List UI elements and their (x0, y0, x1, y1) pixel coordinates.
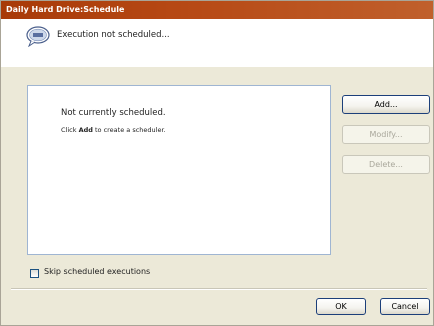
modify-button[interactable]: Modify... (342, 125, 430, 144)
skip-executions-checkbox[interactable] (30, 269, 39, 278)
schedule-list-panel[interactable]: Not currently scheduled. Click Add to cr… (27, 85, 331, 255)
hint-prefix: Click (61, 126, 79, 134)
header-area: Execution not scheduled... (1, 19, 433, 67)
delete-button[interactable]: Delete... (342, 155, 430, 174)
hint-suffix: to create a scheduler. (92, 126, 166, 134)
status-text: Execution not scheduled... (57, 30, 170, 40)
add-button[interactable]: Add... (342, 95, 430, 114)
divider (11, 288, 427, 290)
schedule-dialog: Daily Hard Drive:Schedule Execution not … (0, 0, 434, 326)
panel-title: Not currently scheduled. (61, 108, 166, 118)
title-bar[interactable]: Daily Hard Drive:Schedule (1, 1, 433, 19)
ok-button[interactable]: OK (316, 298, 366, 315)
speech-bubble-icon (25, 25, 51, 48)
skip-executions-label[interactable]: Skip scheduled executions (44, 267, 150, 276)
cancel-button[interactable]: Cancel (380, 298, 430, 315)
hint-add-keyword: Add (78, 126, 93, 134)
panel-hint: Click Add to create a scheduler. (61, 126, 166, 134)
